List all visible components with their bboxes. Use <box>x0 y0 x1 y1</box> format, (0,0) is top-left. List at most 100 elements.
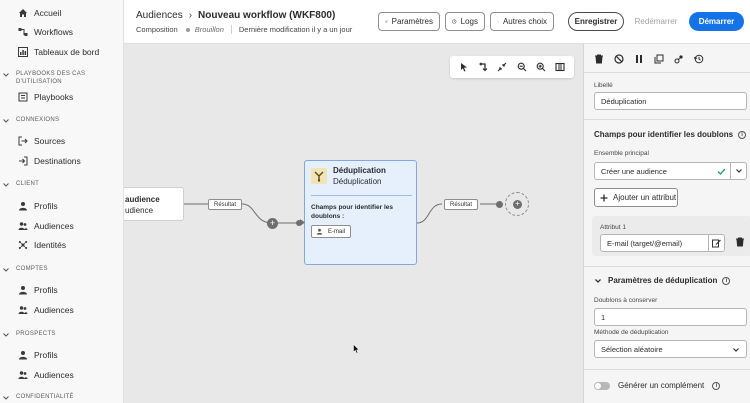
sidebar-item-label: Workflows <box>34 27 74 37</box>
node-divider <box>311 195 412 196</box>
doublons-conserver-label: Doublons à conserver <box>594 297 658 304</box>
redemarrer-button-label: Redémarrer <box>634 17 678 26</box>
tab-composition[interactable]: Composition <box>136 25 178 34</box>
sidebar-item-client-audiences[interactable]: Audiences <box>18 219 74 233</box>
copy-icon[interactable] <box>654 54 664 64</box>
chevron-down-icon <box>3 268 9 272</box>
collapse-icon[interactable] <box>497 62 507 72</box>
breadcrumb: Audiences › Nouveau workflow (WKF800) <box>136 10 335 21</box>
sidebar-item-comptes-profils[interactable]: Profils <box>18 283 58 297</box>
section-prospects[interactable]: PROSPECTS <box>2 331 56 339</box>
attribut-input[interactable]: E-mail (target/@email) <box>600 234 725 252</box>
sidebar-item-label: Audiences <box>34 305 74 315</box>
person-icon <box>19 202 27 211</box>
panel-toggle-icon[interactable] <box>555 62 565 72</box>
sidebar-item-tableaux-de-bord[interactable]: Tableaux de bord <box>18 45 99 59</box>
parametres-button-label: Paramètres <box>391 17 433 26</box>
sidebar-item-prospects-profils[interactable]: Profils <box>18 348 58 362</box>
enregistrer-button[interactable]: Enregistrer <box>568 12 624 31</box>
deduplication-node[interactable]: Déduplication Déduplication Champs pour … <box>300 160 417 265</box>
demarrer-button[interactable]: Démarrer <box>689 12 744 31</box>
disable-icon[interactable] <box>614 54 624 64</box>
section-confidentialite[interactable]: CONFIDENTIALITÉ <box>2 394 74 402</box>
dashboard-icon <box>18 47 28 57</box>
zoom-out-icon[interactable] <box>517 62 527 72</box>
sidebar-item-sources[interactable]: Sources <box>18 134 65 148</box>
sidebar-item-label: Destinations <box>34 156 81 166</box>
section-connexions[interactable]: CONNEXIONS <box>2 117 59 125</box>
audience-node[interactable]: audience udience <box>124 187 184 221</box>
ensemble-principal-select[interactable]: Créer une audience <box>594 162 747 180</box>
settings-icon[interactable] <box>674 54 684 64</box>
zoom-in-icon[interactable] <box>536 62 546 72</box>
result-transition-label[interactable]: Résultat <box>208 199 242 210</box>
deduplication-node-title: Déduplication <box>333 166 386 175</box>
logs-button-label: Logs <box>460 17 478 26</box>
edit-attribute-button[interactable] <box>708 235 724 251</box>
autres-choix-button[interactable]: Autres choix <box>490 12 554 31</box>
params-section-title[interactable]: Paramètres de déduplication i <box>594 276 731 285</box>
chevron-down-icon <box>3 396 9 400</box>
destinations-icon <box>19 156 28 166</box>
delete-attribute-icon[interactable] <box>735 237 745 247</box>
check-icon <box>717 168 726 176</box>
add-activity-placeholder[interactable]: + <box>505 192 529 216</box>
libelle-label: Libellé <box>594 82 613 89</box>
info-icon[interactable]: i <box>738 130 747 139</box>
sidebar-item-playbooks[interactable]: Playbooks <box>18 90 73 104</box>
result-transition-label[interactable]: Résultat <box>444 199 478 210</box>
sidebar-item-prospects-audiences[interactable]: Audiences <box>18 368 74 382</box>
deduplication-node-subtitle: Déduplication <box>333 177 382 186</box>
section-client[interactable]: CLIENT <box>2 181 39 189</box>
sidebar-item-label: Profils <box>34 285 58 295</box>
toggle-switch[interactable] <box>594 381 610 390</box>
ensemble-principal-label: Ensemble principal <box>594 150 649 157</box>
sidebar-item-destinations[interactable]: Destinations <box>18 154 81 168</box>
attribut-value: E-mail (target/@email) <box>607 238 683 248</box>
section-playbooks[interactable]: PLAYBOOKS DES CAS D'UTILISATION <box>2 71 114 86</box>
audiences-icon <box>18 222 28 230</box>
sidebar-item-label: Sources <box>34 136 66 146</box>
delete-icon[interactable] <box>594 54 604 64</box>
top-header: Audiences › Nouveau workflow (WKF800) Co… <box>124 0 750 44</box>
attribute-icon <box>316 228 323 235</box>
section-title: CLIENT <box>16 181 40 187</box>
methode-select[interactable]: Sélection aléatoire <box>594 340 747 358</box>
playbooks-icon <box>18 92 28 102</box>
identities-icon <box>18 241 28 249</box>
add-attribute-button[interactable]: Ajouter un attribut <box>594 188 678 207</box>
audience-node-subtitle: udience <box>125 206 154 215</box>
sidebar-item-comptes-audiences[interactable]: Audiences <box>18 303 74 317</box>
pointer-icon[interactable] <box>459 62 469 72</box>
sidebar-item-identites[interactable]: Identités <box>18 238 66 252</box>
dropdown-button[interactable] <box>730 163 746 179</box>
redo-arrow-icon[interactable] <box>478 62 488 72</box>
sidebar-item-accueil[interactable]: Accueil <box>18 6 61 20</box>
breadcrumb-parent-link[interactable]: Audiences <box>136 10 183 21</box>
parametres-button[interactable]: Paramètres <box>378 12 440 31</box>
sidebar-item-workflows[interactable]: Workflows <box>18 25 73 39</box>
chevron-down-icon <box>735 169 742 173</box>
generer-complement-toggle[interactable]: Générer un complément i <box>594 381 721 390</box>
divider <box>584 369 750 370</box>
sidebar-item-label: Identités <box>34 240 67 250</box>
redemarrer-button[interactable]: Redémarrer <box>627 12 685 31</box>
sidebar-item-label: Audiences <box>34 221 74 231</box>
toggle-knob <box>595 382 601 389</box>
section-comptes[interactable]: COMPTES <box>2 266 48 274</box>
info-icon[interactable]: i <box>722 276 731 285</box>
info-icon[interactable]: i <box>712 381 721 390</box>
section-title: PROSPECTS <box>16 331 56 337</box>
workflow-icon <box>18 28 28 36</box>
generer-complement-label: Générer un complément <box>618 381 705 390</box>
doublons-conserver-input[interactable]: 1 <box>594 308 747 326</box>
history-icon[interactable] <box>694 54 704 64</box>
workflow-canvas[interactable]: audience udience Résultat + Déduplicatio… <box>124 44 583 403</box>
pause-icon[interactable] <box>634 54 644 64</box>
logs-button[interactable]: Logs <box>445 12 485 31</box>
attribut-label: Attribut 1 <box>600 224 627 231</box>
last-modified-text: Dernière modification il y a un jour <box>238 25 353 34</box>
add-activity-icon[interactable]: + <box>267 218 278 229</box>
sidebar-item-client-profils[interactable]: Profils <box>18 199 58 213</box>
libelle-input[interactable]: Déduplication <box>594 92 747 110</box>
